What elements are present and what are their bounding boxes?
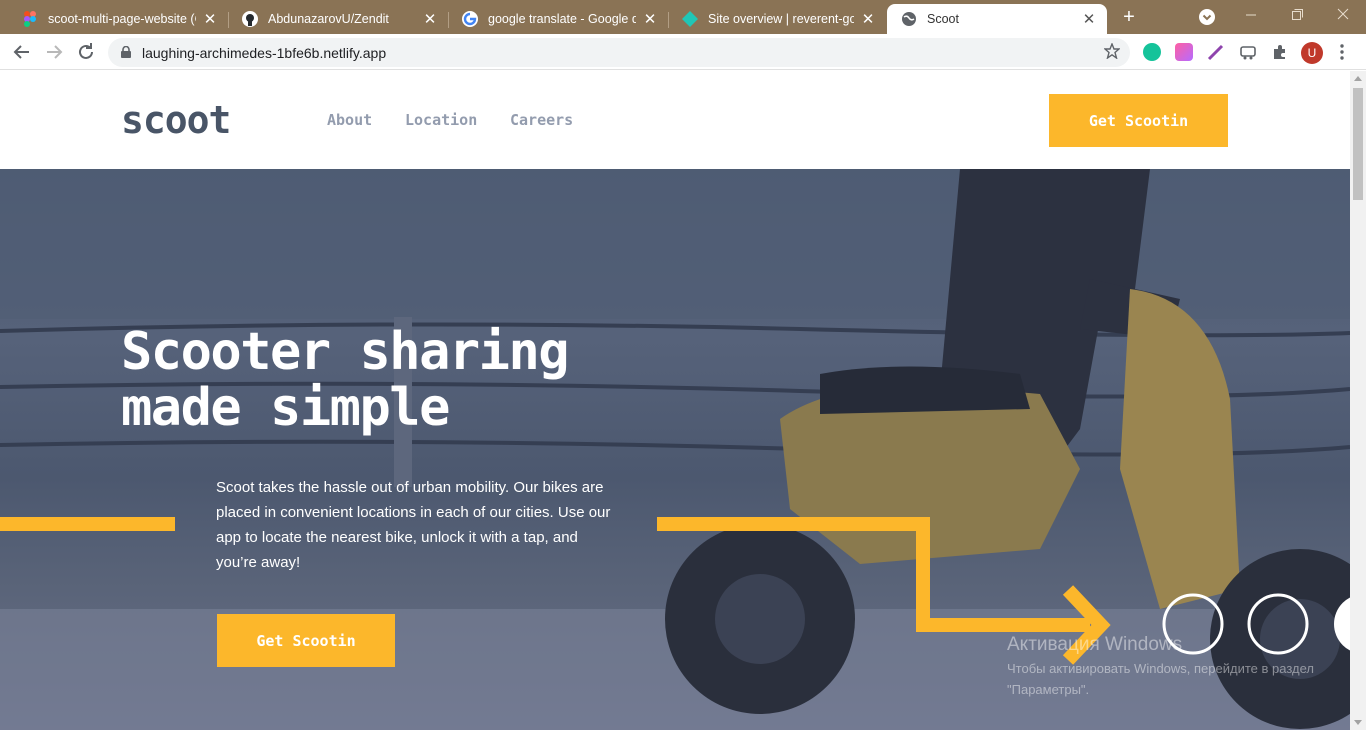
bookmark-star-icon[interactable] xyxy=(1104,43,1120,59)
close-icon[interactable]: ✕ xyxy=(642,10,658,28)
tab-title: AbdunazarovU/Zendit xyxy=(268,12,389,26)
hero-section: Scooter sharing made simple Scoot takes … xyxy=(0,169,1350,730)
windows-activation-title: Активация Windows xyxy=(1007,634,1183,655)
scrollbar-thumb[interactable] xyxy=(1353,88,1363,200)
new-tab-button[interactable]: + xyxy=(1120,6,1138,28)
browser-tab-strip: scoot-multi-page-website (Co ✕ Abdunazar… xyxy=(0,0,1366,34)
feather-extension-icon[interactable] xyxy=(1207,43,1225,61)
close-icon[interactable]: ✕ xyxy=(202,10,218,28)
tab-title: google translate - Google qid xyxy=(488,12,636,26)
browser-toolbar: laughing-archimedes-1bfe6b.netlify.app U xyxy=(0,34,1366,70)
grammarly-icon[interactable] xyxy=(1143,43,1161,61)
github-icon xyxy=(242,11,258,27)
reload-button[interactable] xyxy=(74,40,98,64)
page-scrollbar[interactable] xyxy=(1350,71,1366,730)
back-button[interactable] xyxy=(10,40,34,64)
browser-tab-figma[interactable]: scoot-multi-page-website (Co ✕ xyxy=(8,4,228,34)
nav-link-careers[interactable]: Careers xyxy=(510,111,573,129)
windows-activation-text: Чтобы активировать Windows, перейдите в … xyxy=(1007,661,1314,697)
reload-icon xyxy=(79,43,93,59)
menu-icon[interactable] xyxy=(1339,43,1345,61)
close-icon[interactable]: ✕ xyxy=(422,10,438,28)
hero-description: Scoot takes the hassle out of urban mobi… xyxy=(216,479,611,571)
close-window-button[interactable] xyxy=(1333,4,1353,27)
color-picker-extension-icon[interactable] xyxy=(1175,43,1193,61)
close-icon[interactable]: ✕ xyxy=(1081,10,1097,28)
nav-link-about[interactable]: About xyxy=(327,111,372,129)
restore-button[interactable] xyxy=(1287,4,1307,27)
profile-avatar[interactable]: U xyxy=(1301,42,1323,64)
address-url: laughing-archimedes-1bfe6b.netlify.app xyxy=(142,45,387,61)
tab-title: scoot-multi-page-website (Co xyxy=(48,12,196,26)
media-extension-icon[interactable] xyxy=(1239,43,1257,61)
scroll-up-icon[interactable] xyxy=(1354,76,1362,81)
globe-icon xyxy=(901,11,917,27)
hero-title: Scooter sharing made simple xyxy=(121,322,570,438)
browser-tab-netlify[interactable]: Site overview | reverent-golds ✕ xyxy=(668,4,886,34)
close-icon[interactable]: ✕ xyxy=(860,10,876,28)
tab-title: Scoot xyxy=(927,12,959,26)
header-get-scootin-button[interactable]: Get Scootin xyxy=(1049,94,1228,147)
lock-icon xyxy=(121,46,131,58)
puzzle-icon[interactable] xyxy=(1271,43,1289,61)
forward-button[interactable] xyxy=(42,40,66,64)
figma-icon xyxy=(22,11,38,27)
google-icon xyxy=(462,11,478,27)
hero-get-scootin-button[interactable]: Get Scootin xyxy=(217,614,395,667)
page-viewport: scoot About Location Careers Get Scootin xyxy=(0,71,1350,730)
address-bar[interactable]: laughing-archimedes-1bfe6b.netlify.app xyxy=(108,38,1130,67)
site-logo[interactable]: scoot xyxy=(121,98,231,142)
netlify-icon xyxy=(682,11,698,27)
chevron-down-icon xyxy=(1202,14,1212,21)
browser-tab-github[interactable]: AbdunazarovU/Zendit ✕ xyxy=(228,4,448,34)
restore-icon xyxy=(1292,9,1303,20)
tab-title: Site overview | reverent-golds xyxy=(708,12,854,26)
browser-tab-scoot[interactable]: Scoot ✕ xyxy=(887,4,1107,34)
scroll-down-icon[interactable] xyxy=(1354,720,1362,725)
accent-line-left xyxy=(0,517,175,531)
close-icon xyxy=(1337,8,1349,20)
minimize-button[interactable] xyxy=(1241,4,1261,27)
nav-link-location[interactable]: Location xyxy=(405,111,477,129)
arrow-right-icon xyxy=(47,45,63,59)
browser-tab-google[interactable]: google translate - Google qid ✕ xyxy=(448,4,668,34)
tab-search-button[interactable] xyxy=(1199,9,1215,25)
site-header: scoot About Location Careers Get Scootin xyxy=(0,71,1350,169)
minimize-icon xyxy=(1246,14,1256,16)
arrow-left-icon xyxy=(13,45,29,59)
